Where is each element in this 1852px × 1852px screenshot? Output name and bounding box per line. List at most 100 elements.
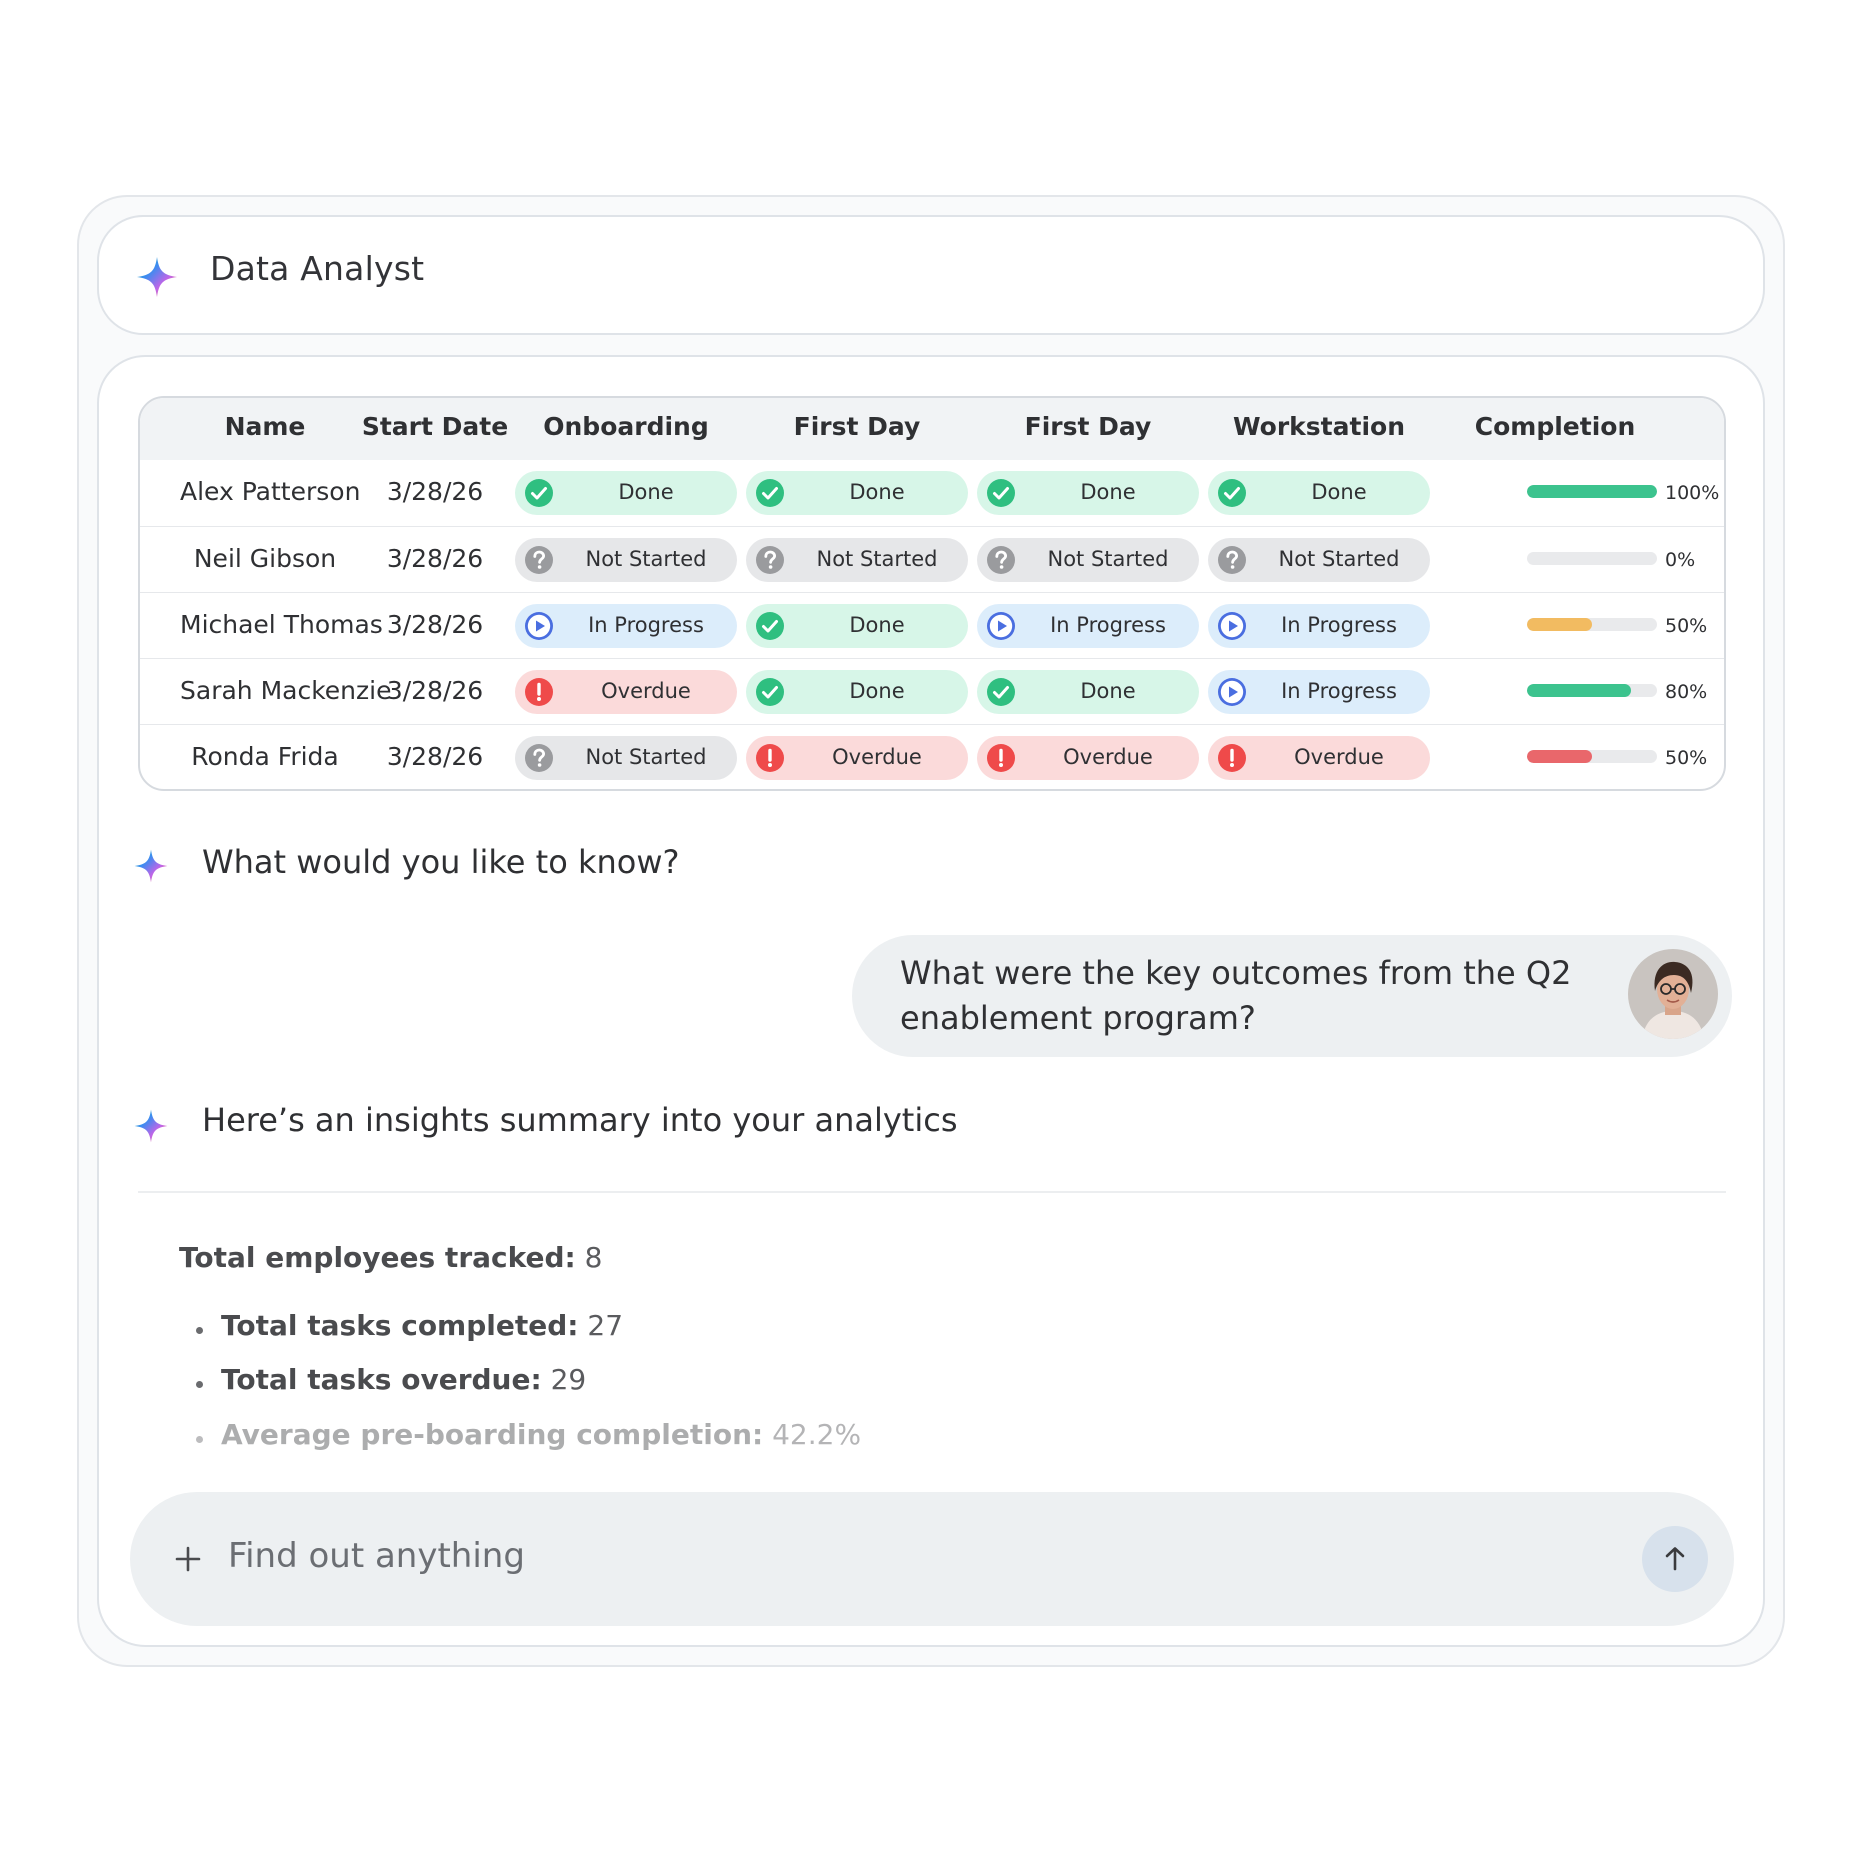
completion-percent: 50% (1665, 615, 1708, 637)
table-header: Name Start Date Onboarding First Day Fir… (140, 398, 1724, 460)
table-row[interactable]: Michael Thomas 3/28/26 In Progress Done In P… (140, 592, 1724, 658)
summary-item-value: 29 (550, 1363, 587, 1396)
status-label: Done (849, 679, 905, 703)
status-label: Done (618, 480, 674, 504)
column-header-workstation[interactable]: Workstation (1208, 412, 1430, 441)
completion-progress-bar (1527, 750, 1657, 763)
header-bar: Data Analyst (97, 215, 1765, 335)
play-circle-icon (525, 612, 553, 640)
completion-progress-bar (1527, 618, 1657, 631)
summary-item: Total tasks completed: 27 (221, 1309, 623, 1342)
completion-progress-bar (1527, 552, 1657, 565)
completion-progress-fill (1527, 750, 1592, 763)
employee-name: Neil Gibson (193, 544, 337, 573)
divider (138, 1191, 1726, 1193)
check-circle-icon (987, 678, 1015, 706)
summary-item: Total tasks overdue: 29 (221, 1363, 586, 1396)
summary-item-label: Total tasks completed: (221, 1309, 579, 1342)
table-row[interactable]: Alex Patterson 3/28/26 Done Done Done Done 100… (140, 460, 1724, 526)
completion-percent: 80% (1665, 681, 1708, 703)
status-label: In Progress (1281, 613, 1397, 637)
check-circle-icon (1218, 479, 1246, 507)
start-date: 3/28/26 (386, 610, 484, 639)
status-badge-first-day-2: Overdue (977, 736, 1199, 780)
status-label: Done (1080, 679, 1136, 703)
question-circle-icon (525, 546, 553, 574)
onboarding-table: Name Start Date Onboarding First Day Fir… (138, 396, 1726, 791)
status-label: In Progress (1281, 679, 1397, 703)
status-badge-first-day: Done (746, 604, 968, 648)
summary-item: Average pre-boarding completion: 42.2% (221, 1418, 861, 1451)
user-message-bubble: What were the key outcomes from the Q2 e… (852, 935, 1732, 1057)
completion-progress-fill (1527, 618, 1592, 631)
sparkle-icon (134, 1109, 168, 1143)
status-label: Not Started (1047, 547, 1169, 571)
page-title: Data Analyst (210, 249, 425, 288)
completion-percent: 100% (1665, 482, 1720, 504)
status-label: Not Started (816, 547, 938, 571)
completion-progress-bar (1527, 684, 1657, 697)
play-circle-icon (1218, 678, 1246, 706)
question-circle-icon (987, 546, 1015, 574)
employee-name: Ronda Frida (191, 742, 339, 771)
status-badge-first-day-2: In Progress (977, 604, 1199, 648)
table-row[interactable]: Ronda Frida 3/28/26 Not Started Overdue Over… (140, 724, 1724, 789)
status-label: Not Started (585, 547, 707, 571)
arrow-up-icon (1665, 1547, 1685, 1571)
status-badge-first-day: Done (746, 670, 968, 714)
completion-percent: 0% (1665, 549, 1696, 571)
summary-item-value: 42.2% (772, 1418, 862, 1451)
status-label: Overdue (1294, 745, 1384, 769)
completion-progress-fill (1527, 684, 1631, 697)
status-label: Overdue (1063, 745, 1153, 769)
status-badge-workstation: In Progress (1208, 604, 1430, 648)
status-badge-onboarding: Done (515, 471, 737, 515)
assistant-message: What would you like to know? (202, 843, 680, 881)
column-header-completion[interactable]: Completion (1440, 412, 1670, 441)
check-circle-icon (756, 678, 784, 706)
column-header-start-date[interactable]: Start Date (360, 412, 510, 441)
status-badge-onboarding: Not Started (515, 538, 737, 582)
summary-item-value: 27 (587, 1309, 624, 1342)
column-header-onboarding[interactable]: Onboarding (515, 412, 737, 441)
status-badge-first-day-2: Done (977, 670, 1199, 714)
table-row[interactable]: Sarah Mackenzie 3/28/26 Overdue Done Done In … (140, 658, 1724, 724)
summary-total-label: Total employees tracked: (179, 1241, 576, 1274)
alert-circle-icon (756, 744, 784, 772)
completion-progress-bar (1527, 485, 1657, 498)
check-circle-icon (987, 479, 1015, 507)
status-label: In Progress (1050, 613, 1166, 637)
status-badge-onboarding: In Progress (515, 604, 737, 648)
check-circle-icon (525, 479, 553, 507)
employee-name: Michael Thomas (180, 610, 383, 639)
table-row[interactable]: Neil Gibson 3/28/26 Not Started Not Started… (140, 526, 1724, 592)
search-input[interactable] (228, 1536, 1328, 1576)
status-badge-first-day-2: Not Started (977, 538, 1199, 582)
status-badge-first-day: Not Started (746, 538, 968, 582)
sparkle-icon (134, 849, 168, 883)
summary-total-value: 8 (584, 1241, 603, 1274)
question-circle-icon (1218, 546, 1246, 574)
column-header-first-day-2[interactable]: First Day (977, 412, 1199, 441)
plus-icon[interactable] (174, 1545, 202, 1573)
completion-percent: 50% (1665, 747, 1708, 769)
play-circle-icon (987, 612, 1015, 640)
bullet (196, 1436, 203, 1443)
summary-item-label: Average pre-boarding completion: (221, 1418, 764, 1451)
status-label: In Progress (588, 613, 704, 637)
send-button[interactable] (1642, 1526, 1708, 1592)
column-header-name[interactable]: Name (180, 412, 350, 441)
status-badge-onboarding: Overdue (515, 670, 737, 714)
status-label: Not Started (585, 745, 707, 769)
summary-item-label: Total tasks overdue: (221, 1363, 542, 1396)
start-date: 3/28/26 (386, 676, 484, 705)
question-circle-icon (756, 546, 784, 574)
column-header-first-day[interactable]: First Day (746, 412, 968, 441)
status-badge-onboarding: Not Started (515, 736, 737, 780)
summary-total: Total employees tracked: 8 (179, 1241, 602, 1274)
start-date: 3/28/26 (386, 742, 484, 771)
status-label: Done (1311, 480, 1367, 504)
status-label: Not Started (1278, 547, 1400, 571)
avatar (1628, 949, 1718, 1039)
assistant-reply: Here’s an insights summary into your ana… (202, 1101, 958, 1139)
